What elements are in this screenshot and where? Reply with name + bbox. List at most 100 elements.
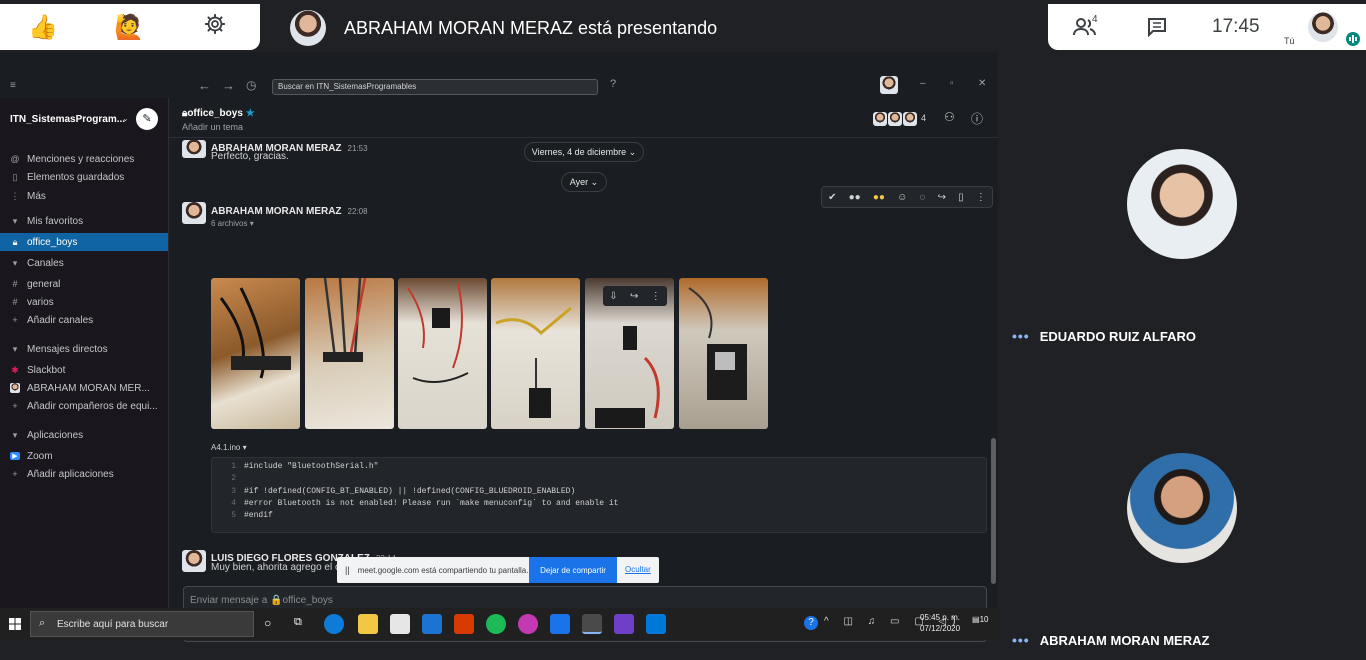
sidebar-item-mentions[interactable]: @ Menciones y reacciones	[0, 150, 168, 168]
attachment-image[interactable]	[491, 278, 580, 429]
office-icon[interactable]	[454, 614, 474, 634]
channel-topic[interactable]: Añadir un tema	[182, 122, 243, 132]
section-channels[interactable]: ▾ Canales	[0, 254, 168, 272]
file-explorer-icon[interactable]	[358, 614, 378, 634]
attachment-image[interactable]	[679, 278, 768, 429]
app-icon[interactable]	[518, 614, 538, 634]
thumbs-up-reaction-button[interactable]: 👍	[0, 13, 86, 42]
snippet-filename[interactable]: A4.1.ino ▾	[211, 443, 247, 452]
spotify-icon[interactable]	[486, 614, 506, 634]
date-divider-label: Viernes, 4 de diciembre	[531, 147, 627, 157]
github-icon[interactable]	[614, 614, 634, 634]
add-member-icon[interactable]: ⚇	[944, 110, 955, 124]
help-icon[interactable]: ?	[610, 78, 616, 90]
taskbar-search-input[interactable]: ⌕ Escribe aquí para buscar	[30, 611, 254, 637]
message-header: ABRAHAM MORAN MERAZ 22:08	[211, 201, 368, 219]
hide-button[interactable]: Ocultar	[625, 565, 651, 574]
message-text: Perfecto, gracias.	[211, 151, 289, 162]
menu-icon[interactable]: ≡	[10, 80, 16, 91]
back-arrow-icon[interactable]: ←	[198, 78, 211, 93]
thread-icon[interactable]: ◌	[920, 192, 926, 203]
message-time[interactable]: 21:53	[348, 144, 368, 153]
attachment-image[interactable]	[211, 278, 300, 429]
add-reaction-icon[interactable]: ☺	[897, 192, 907, 203]
section-apps[interactable]: ▾ Aplicaciones	[0, 426, 168, 444]
workspace-name[interactable]: ITN_SistemasProgram...	[10, 114, 125, 125]
history-icon[interactable]: ◷	[246, 78, 256, 92]
hands-icon[interactable]: ●●	[873, 192, 885, 203]
member-avatars[interactable]	[873, 112, 917, 126]
store-icon[interactable]	[390, 614, 410, 634]
message-time[interactable]: 22:08	[348, 207, 368, 216]
windows-start-icon[interactable]	[9, 617, 21, 635]
more-actions-icon[interactable]: ⋮	[651, 291, 661, 302]
date-divider[interactable]: Viernes, 4 de diciembre ⌄	[524, 142, 644, 162]
compose-icon[interactable]: ✎	[136, 108, 158, 130]
more-options-icon[interactable]: •••	[1012, 632, 1030, 648]
app-icon[interactable]	[550, 614, 570, 634]
help-icon[interactable]: ?	[804, 616, 818, 630]
check-icon[interactable]: ✔	[828, 192, 836, 203]
add-teammates-button[interactable]: + Añadir compañeros de equi...	[0, 397, 168, 415]
participant-tile[interactable]: ••• ABRAHAM MORAN MERAZ	[1012, 632, 1209, 648]
message-avatar[interactable]	[182, 202, 206, 224]
sidebar-item-varios[interactable]: # varios	[0, 293, 168, 311]
star-icon[interactable]: ★	[246, 108, 255, 119]
maximize-icon[interactable]: ▫	[950, 78, 954, 89]
close-icon[interactable]: ✕	[978, 78, 986, 89]
minimize-icon[interactable]: –	[920, 78, 926, 89]
mail-icon[interactable]	[422, 614, 442, 634]
notification-center-icon[interactable]: ▤10	[972, 615, 988, 624]
sidebar-item-office-boys[interactable]: 🔒︎ office_boys	[0, 233, 168, 251]
chrome-icon[interactable]	[582, 614, 602, 634]
code-snippet[interactable]: 1 #include "BluetoothSerial.h" 2 3 #if !de…	[211, 457, 987, 533]
download-icon[interactable]: ⇩	[609, 291, 617, 302]
forward-arrow-icon[interactable]: →	[222, 78, 235, 93]
bookmark-icon[interactable]: ▯	[958, 192, 964, 203]
attachment-image[interactable]: ⇩ ↪ ⋮	[585, 278, 674, 429]
channel-header: 🔒︎office_boys ★ Añadir un tema 4 ⚇ ⓘ	[169, 98, 999, 138]
attachment-image[interactable]	[305, 278, 394, 429]
more-options-icon[interactable]: •••	[1012, 328, 1030, 344]
participant-tile[interactable]: ••• EDUARDO RUIZ ALFARO	[1012, 328, 1196, 344]
taskbar-search-placeholder: Escribe aquí para buscar	[57, 618, 169, 630]
channel-title[interactable]: 🔒︎office_boys ★	[182, 108, 255, 119]
user-avatar[interactable]	[880, 76, 898, 94]
add-channels-button[interactable]: + Añadir canales	[0, 311, 168, 329]
message-avatar[interactable]	[182, 550, 206, 572]
slack-sidebar: ITN_SistemasProgram... ⌄ ✎ @ Menciones y …	[0, 98, 168, 608]
sidebar-item-general[interactable]: # general	[0, 275, 168, 293]
stop-sharing-button[interactable]: Dejar de compartir	[529, 557, 617, 583]
message-scrollbar[interactable]	[991, 438, 996, 584]
sidebar-item-abraham[interactable]: ABRAHAM MORAN MER...	[0, 379, 168, 397]
share-icon[interactable]: ↪	[938, 192, 946, 203]
attachment-image[interactable]	[398, 278, 487, 429]
edge-icon[interactable]	[324, 614, 344, 634]
raise-hand-reaction-button[interactable]: 🙋	[86, 13, 172, 42]
share-icon[interactable]: ↪	[630, 291, 638, 302]
info-icon[interactable]: ⓘ	[971, 110, 983, 127]
sidebar-item-saved[interactable]: ▯ Elementos guardados	[0, 168, 168, 186]
vscode-icon[interactable]	[646, 614, 666, 634]
sidebar-item-slackbot[interactable]: ✱ Slackbot	[0, 361, 168, 379]
yesterday-divider[interactable]: Ayer ⌄	[561, 172, 607, 192]
files-count[interactable]: 6 archivos ▾	[211, 219, 254, 228]
chevron-down-icon[interactable]: ⌄	[122, 114, 129, 123]
message-input[interactable]: Enviar mensaje a 🔒office_boys	[190, 595, 333, 606]
task-view-icon[interactable]: ⧉	[294, 616, 302, 629]
taskbar-clock[interactable]: 05:45 p. m. 07/12/2020	[920, 612, 960, 634]
message-avatar[interactable]	[182, 140, 206, 158]
eyes-icon[interactable]: ●●	[849, 192, 861, 203]
more-actions-icon[interactable]: ⋮	[976, 192, 986, 203]
message-author[interactable]: ABRAHAM MORAN MERAZ	[211, 206, 342, 217]
chat-icon[interactable]	[1146, 16, 1168, 44]
slack-search-input[interactable]: Buscar en ITN_SistemasProgramables	[272, 79, 598, 95]
add-apps-button[interactable]: + Añadir aplicaciones	[0, 465, 168, 483]
settings-gear-icon[interactable]	[172, 13, 258, 42]
sidebar-item-more[interactable]: ⋮ Más	[0, 187, 168, 205]
section-favorites[interactable]: ▾ Mis favoritos	[0, 212, 168, 230]
sidebar-item-zoom[interactable]: ▶ Zoom	[0, 447, 168, 465]
section-direct-messages[interactable]: ▾ Mensajes directos	[0, 340, 168, 358]
section-label: Mis favoritos	[27, 215, 84, 227]
cortana-icon[interactable]: ○	[264, 616, 271, 630]
